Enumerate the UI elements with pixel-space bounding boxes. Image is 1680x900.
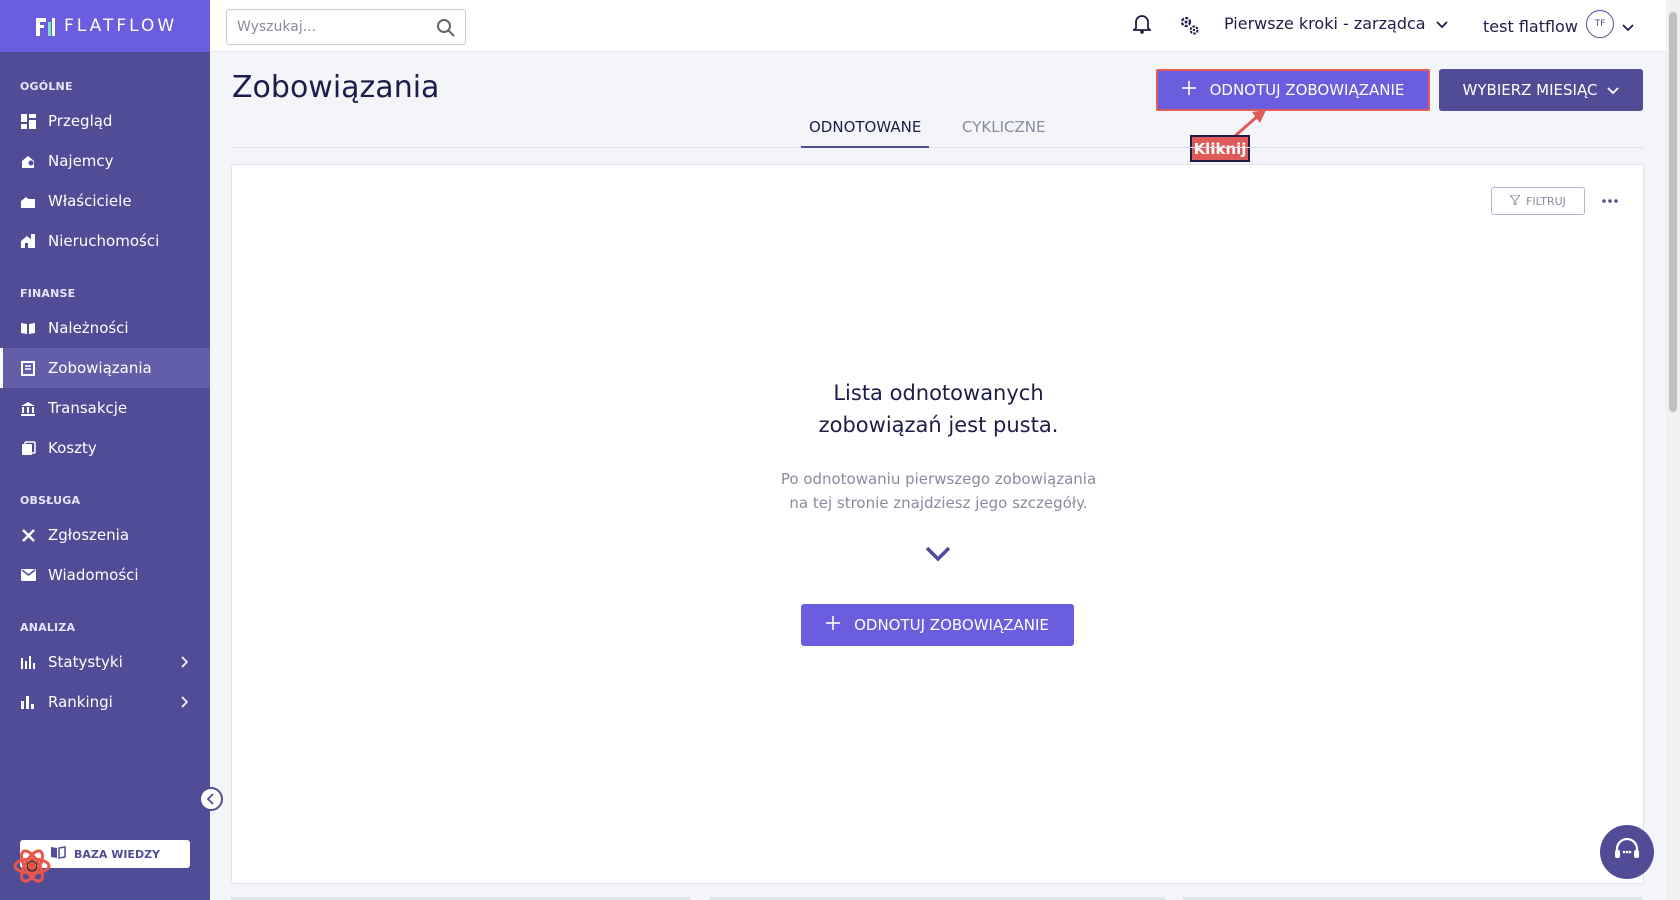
sidebar-item-naleznosci[interactable]: Należności xyxy=(0,308,210,348)
chevron-down-icon xyxy=(924,545,952,567)
add-liability-label: ODNOTUJ ZOBOWIĄZANIE xyxy=(854,616,1049,634)
sidebar-item-label: Właściciele xyxy=(48,192,132,210)
sidebar-item-najemcy[interactable]: Najemcy xyxy=(0,141,210,181)
search-input[interactable] xyxy=(237,19,427,35)
page-title: Zobowiązania xyxy=(232,70,440,105)
knowledge-base-label: BAZA WIEDZY xyxy=(73,847,161,861)
flatflow-logo-icon xyxy=(36,16,56,36)
book-icon xyxy=(50,846,66,862)
user-name: test flatflow xyxy=(1483,16,1578,36)
sidebar-item-label: Należności xyxy=(48,319,129,337)
tools-icon xyxy=(20,527,36,543)
add-liability-button[interactable]: ODNOTUJ ZOBOWIĄZANIE xyxy=(1156,69,1430,111)
chevron-down-icon xyxy=(1607,81,1620,99)
nav-section-title: ANALIZA xyxy=(20,621,76,634)
sidebar-collapse-button[interactable] xyxy=(199,787,223,811)
filter-icon xyxy=(1509,194,1522,208)
sidebar-item-zobowiazania[interactable]: Zobowiązania xyxy=(0,348,210,388)
bell-icon[interactable] xyxy=(1131,14,1153,38)
sidebar-item-label: Zobowiązania xyxy=(48,359,152,377)
filter-button[interactable]: FILTRUJ xyxy=(1491,187,1585,215)
tab-odnotowane[interactable]: ODNOTOWANE xyxy=(801,118,930,148)
owners-icon xyxy=(20,193,36,209)
sidebar-item-label: Rankingi xyxy=(48,693,113,711)
company-selector[interactable]: Pierwsze kroki - zarządca xyxy=(1224,14,1448,33)
empty-desc-line: na tej stronie znajdziesz jego szczegóły… xyxy=(789,494,1088,512)
costs-icon xyxy=(20,440,36,456)
select-month-label: WYBIERZ MIESIĄC xyxy=(1462,81,1598,99)
sidebar-item-label: Najemcy xyxy=(48,152,114,170)
chevron-right-icon xyxy=(180,654,189,672)
stats-icon xyxy=(20,654,36,670)
sidebar-item-przeglad[interactable]: Przegląd xyxy=(0,101,210,141)
empty-title-line: Lista odnotowanych xyxy=(833,381,1044,405)
sidebar-item-transakcje[interactable]: Transakcje xyxy=(0,388,210,428)
user-menu[interactable]: test flatflow TF xyxy=(1483,10,1634,38)
sidebar-item-label: Statystyki xyxy=(48,653,123,671)
sidebar-item-label: Przegląd xyxy=(48,112,113,130)
sidebar-item-rankingi[interactable]: Rankingi xyxy=(0,682,210,722)
liabilities-icon xyxy=(20,360,36,376)
mail-icon xyxy=(20,567,36,583)
company-name: Pierwsze kroki - zarządca xyxy=(1224,14,1426,33)
sidebar-item-label: Koszty xyxy=(48,439,97,457)
headset-icon xyxy=(1613,837,1641,867)
ranking-icon xyxy=(20,694,36,710)
scrollbar-thumb[interactable] xyxy=(1669,12,1677,412)
chevron-left-icon xyxy=(206,790,216,809)
select-month-button[interactable]: WYBIERZ MIESIĄC xyxy=(1439,69,1643,111)
bank-icon xyxy=(20,400,36,416)
sidebar-item-wiadomosci[interactable]: Wiadomości xyxy=(0,555,210,595)
sidebar-item-label: Wiadomości xyxy=(48,566,139,584)
tenants-icon xyxy=(20,153,36,169)
sidebar-item-wlasciciele[interactable]: Właściciele xyxy=(0,181,210,221)
brand-name: FLATFLOW xyxy=(64,16,178,36)
empty-desc-line: Po odnotowaniu pierwszego zobowiązania xyxy=(780,470,1097,488)
empty-state-description: Po odnotowaniu pierwszego zobowiązania n… xyxy=(232,467,1645,515)
empty-state-title: Lista odnotowanych zobowiązań jest pusta… xyxy=(232,377,1645,441)
plus-icon xyxy=(1181,81,1196,99)
chevron-right-icon xyxy=(180,694,189,712)
sidebar-item-zgloszenia[interactable]: Zgłoszenia xyxy=(0,515,210,555)
properties-icon xyxy=(20,233,36,249)
more-options-icon[interactable] xyxy=(1600,191,1620,211)
sidebar-item-label: Transakcje xyxy=(48,399,128,417)
nav-section-title: OBSŁUGA xyxy=(20,494,81,507)
empty-title-line: zobowiązań jest pusta. xyxy=(818,413,1059,437)
sidebar: FLATFLOW OGÓLNE Przegląd Najemcy Właścic… xyxy=(0,0,210,900)
receivables-icon xyxy=(20,320,36,336)
settings-gears-icon[interactable] xyxy=(1178,14,1200,40)
add-liability-label: ODNOTUJ ZOBOWIĄZANIE xyxy=(1209,81,1405,99)
help-chat-button[interactable] xyxy=(1600,825,1654,879)
tabs: ODNOTOWANE CYKLICZNE xyxy=(232,114,1643,148)
sidebar-item-koszty[interactable]: Koszty xyxy=(0,428,210,468)
brand-logo[interactable]: FLATFLOW xyxy=(0,0,210,52)
sidebar-item-label: Zgłoszenia xyxy=(48,526,130,544)
avatar: TF xyxy=(1585,10,1614,38)
devtools-atom-icon[interactable] xyxy=(12,846,52,886)
nav-section-title: OGÓLNE xyxy=(20,80,73,93)
plus-icon xyxy=(826,616,841,634)
search-box[interactable] xyxy=(226,9,466,45)
sidebar-item-nieruchomosci[interactable]: Nieruchomości xyxy=(0,221,210,261)
chevron-down-icon xyxy=(1622,17,1634,36)
filter-label: FILTRUJ xyxy=(1526,194,1566,208)
page-scrollbar[interactable] xyxy=(1666,0,1680,900)
dashboard-icon xyxy=(20,113,36,129)
search-icon[interactable] xyxy=(436,18,455,41)
topbar: Pierwsze kroki - zarządca test flatflow … xyxy=(210,0,1680,52)
sidebar-item-statystyki[interactable]: Statystyki xyxy=(0,642,210,682)
add-liability-button-center[interactable]: ODNOTUJ ZOBOWIĄZANIE xyxy=(801,604,1074,646)
chevron-down-icon xyxy=(1435,14,1448,33)
tab-cykliczne[interactable]: CYKLICZNE xyxy=(954,118,1053,148)
liabilities-card: FILTRUJ Lista odnotowanych zobowiązań je… xyxy=(231,164,1644,884)
nav-section-title: FINANSE xyxy=(20,287,76,300)
sidebar-item-label: Nieruchomości xyxy=(48,232,160,250)
